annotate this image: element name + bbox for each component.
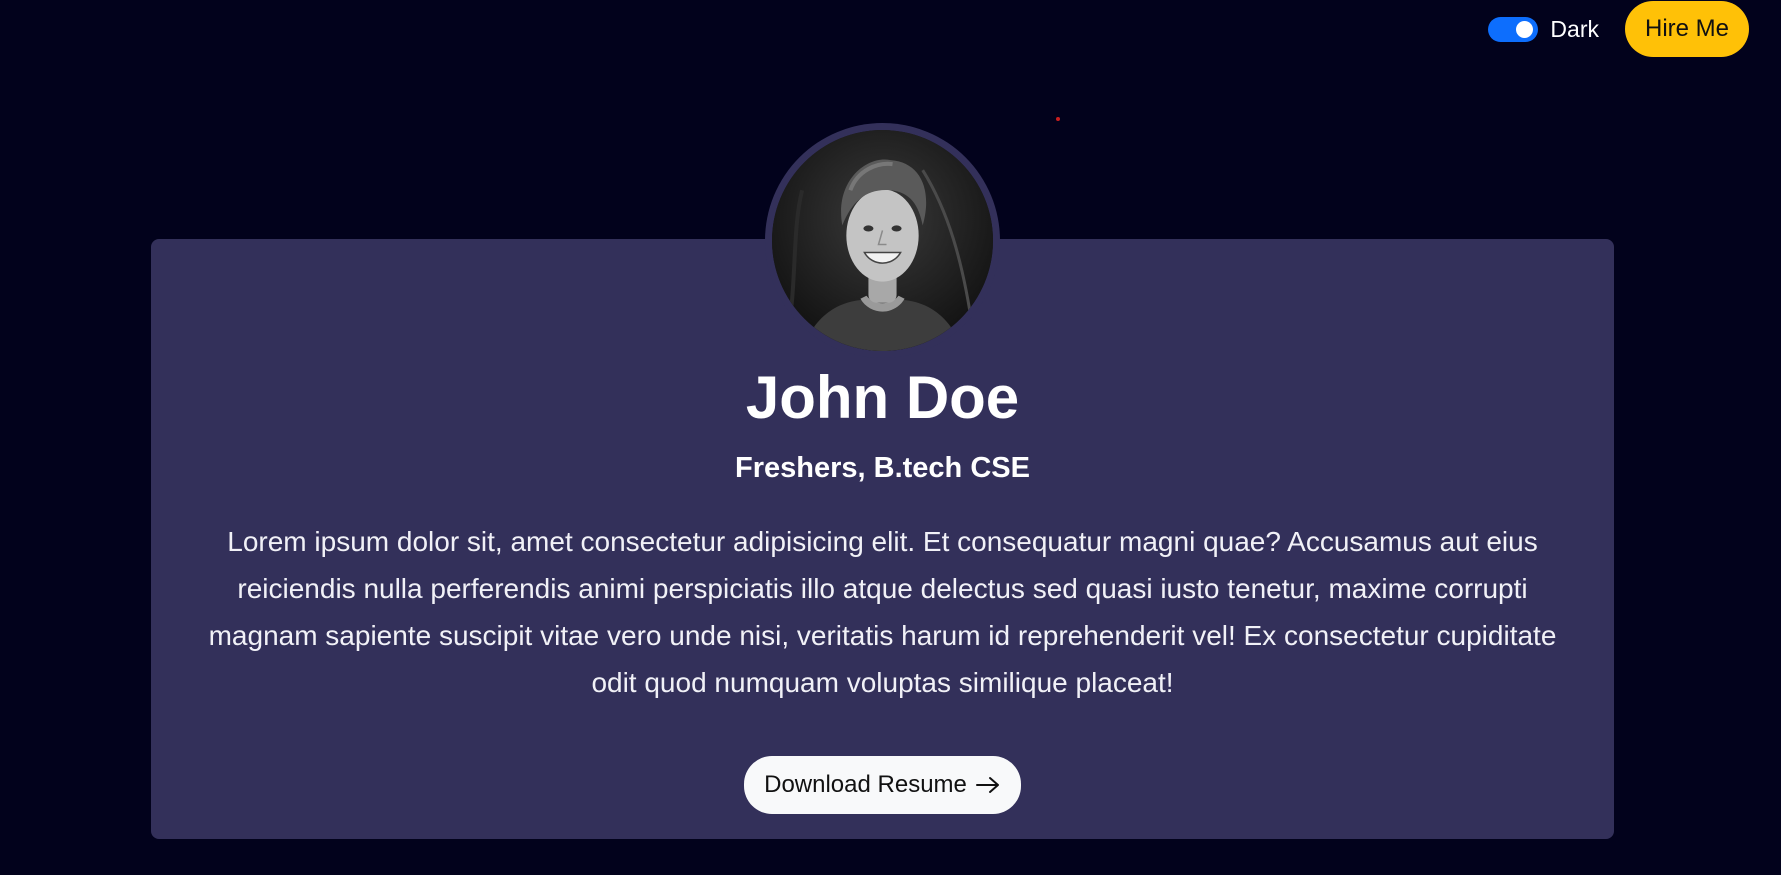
profile-subtitle: Freshers, B.tech CSE	[735, 452, 1030, 484]
download-resume-label: Download Resume	[764, 771, 967, 798]
download-resume-button[interactable]: Download Resume	[744, 756, 1021, 814]
toggle-switch-icon[interactable]	[1488, 16, 1539, 42]
decorative-dot	[1056, 117, 1060, 121]
profile-content: John Doe Freshers, B.tech CSE Lorem ipsu…	[151, 360, 1614, 814]
profile-name: John Doe	[745, 364, 1020, 431]
theme-label: Dark	[1550, 15, 1599, 42]
profile-bio: Lorem ipsum dolor sit, amet consectetur …	[208, 526, 1557, 698]
top-bar: Dark Hire Me	[1488, 0, 1749, 58]
avatar	[772, 130, 993, 351]
toggle-knob	[1516, 20, 1534, 38]
theme-toggle[interactable]: Dark	[1488, 16, 1599, 43]
avatar-photo	[772, 130, 993, 351]
arrow-right-icon	[975, 777, 999, 793]
hire-me-button[interactable]: Hire Me	[1624, 1, 1749, 57]
avatar-frame	[765, 123, 1000, 358]
